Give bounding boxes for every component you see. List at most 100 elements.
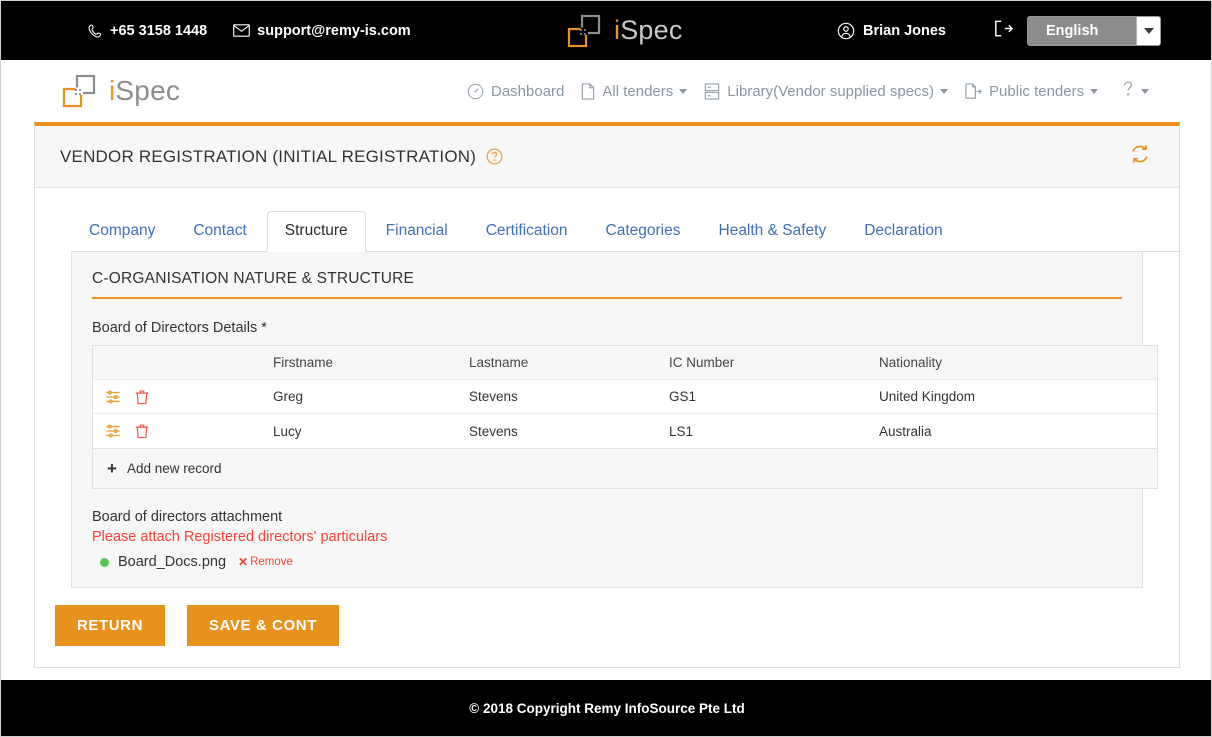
- column-ic-number: IC Number: [669, 355, 735, 370]
- ispec-logo-text: iSpec: [614, 15, 683, 46]
- save-and-continue-button[interactable]: SAVE & CONT: [187, 605, 339, 646]
- header-logo[interactable]: iSpec: [61, 74, 180, 108]
- refresh-icon: [1129, 143, 1151, 170]
- site-header: iSpec Dashboard All tenders Library(Vend…: [1, 60, 1211, 122]
- tab-health-safety[interactable]: Health & Safety: [701, 211, 845, 252]
- contact-info: +65 3158 1448 support@remy-is.com: [87, 23, 411, 39]
- chevron-down-icon[interactable]: [1136, 17, 1160, 45]
- form-actions: RETURN SAVE & CONT: [55, 605, 339, 646]
- table-row[interactable]: Lucy Stevens LS1 Australia: [93, 414, 1157, 448]
- logout-icon: [993, 19, 1013, 42]
- copyright-text: © 2018 Copyright Remy InfoSource Pte Ltd: [469, 700, 745, 716]
- tab-contact[interactable]: Contact: [175, 211, 264, 252]
- remove-file-button[interactable]: ✕ Remove: [238, 555, 293, 569]
- envelope-icon: [233, 24, 251, 37]
- card-header: VENDOR REGISTRATION (INITIAL REGISTRATIO…: [35, 126, 1179, 188]
- cell-nationality: Australia: [879, 423, 932, 439]
- topbar-logo[interactable]: iSpec: [566, 14, 683, 48]
- column-lastname: Lastname: [469, 355, 529, 370]
- phone-icon: [87, 23, 103, 39]
- ispec-logo-text: iSpec: [109, 75, 180, 107]
- tab-declaration[interactable]: Declaration: [846, 211, 960, 252]
- nav-item-library[interactable]: Library(Vendor supplied specs): [704, 82, 949, 100]
- table-row[interactable]: Greg Stevens GS1 United Kingdom: [93, 380, 1157, 414]
- logout-button[interactable]: [993, 19, 1013, 42]
- remove-label: Remove: [250, 556, 293, 568]
- attached-file-item: Board_Docs.png ✕ Remove: [92, 554, 1122, 570]
- close-x-icon: ✕: [238, 555, 249, 569]
- footer: © 2018 Copyright Remy InfoSource Pte Ltd: [1, 680, 1211, 736]
- section-title: C-ORGANISATION NATURE & STRUCTURE: [92, 270, 1122, 299]
- nav-item-help[interactable]: [1121, 80, 1150, 102]
- language-select[interactable]: English: [1027, 16, 1161, 46]
- tab-financial[interactable]: Financial: [368, 211, 466, 252]
- phone-number: +65 3158 1448: [110, 22, 208, 39]
- tab-structure[interactable]: Structure: [266, 211, 366, 252]
- tab-certification[interactable]: Certification: [468, 211, 586, 252]
- row-actions: [93, 423, 273, 439]
- attachment-section: Board of directors attachment Please att…: [92, 509, 1122, 570]
- chevron-down-icon[interactable]: [679, 88, 688, 94]
- tab-company[interactable]: Company: [71, 211, 173, 252]
- return-button[interactable]: RETURN: [55, 605, 165, 646]
- logo-spec: Spec: [115, 75, 181, 106]
- nav-item-dashboard[interactable]: Dashboard: [467, 83, 564, 100]
- add-new-record-button[interactable]: + Add new record: [93, 448, 1157, 488]
- library-icon: [704, 82, 720, 100]
- page-title: VENDOR REGISTRATION (INITIAL REGISTRATIO…: [60, 146, 477, 166]
- chevron-down-icon[interactable]: [1141, 88, 1150, 94]
- chevron-down-icon[interactable]: [1090, 88, 1099, 94]
- add-new-record-label: Add new record: [126, 461, 222, 476]
- chevron-down-icon[interactable]: [940, 88, 949, 94]
- cell-ic-number: LS1: [669, 423, 694, 439]
- structure-panel: C-ORGANISATION NATURE & STRUCTURE Board …: [71, 252, 1158, 588]
- question-mark-icon: [1121, 80, 1135, 102]
- file-name[interactable]: Board_Docs.png: [118, 554, 226, 570]
- sliders-icon[interactable]: [105, 389, 121, 405]
- column-nationality: Nationality: [879, 355, 943, 370]
- user-account[interactable]: Brian Jones: [837, 22, 946, 40]
- cell-firstname: Lucy: [273, 423, 302, 439]
- nav-label: Public tenders: [989, 82, 1085, 100]
- status-dot-icon: [100, 557, 109, 567]
- nav-label: Library(Vendor supplied specs): [727, 82, 935, 100]
- phone-contact[interactable]: +65 3158 1448: [87, 23, 207, 39]
- cell-firstname: Greg: [273, 389, 304, 404]
- top-utility-bar: +65 3158 1448 support@remy-is.com iSpec …: [1, 1, 1211, 60]
- table-body: Greg Stevens GS1 United Kingdom Lucy Ste…: [93, 380, 1157, 448]
- nav-label: Dashboard: [491, 82, 565, 100]
- attachment-warning: Please attach Registered directors' part…: [92, 529, 388, 545]
- cell-lastname: Stevens: [469, 423, 518, 439]
- app-window: +65 3158 1448 support@remy-is.com iSpec …: [0, 0, 1212, 737]
- cell-ic-number: GS1: [669, 389, 697, 404]
- table-header-row: Firstname Lastname IC Number Nationality: [93, 346, 1157, 380]
- nav-item-public-tenders[interactable]: Public tenders: [965, 82, 1099, 100]
- ispec-logo-mark: [61, 74, 105, 108]
- cell-nationality: United Kingdom: [879, 389, 976, 404]
- board-directors-table: Firstname Lastname IC Number Nationality: [92, 345, 1158, 489]
- nav-label: All tenders: [602, 82, 674, 100]
- trash-icon[interactable]: [135, 423, 149, 439]
- attachment-label: Board of directors attachment: [92, 509, 283, 525]
- column-firstname: Firstname: [273, 355, 334, 370]
- tab-categories[interactable]: Categories: [588, 211, 699, 252]
- row-actions: [93, 389, 273, 405]
- trash-icon[interactable]: [135, 389, 149, 405]
- question-circle-icon[interactable]: [486, 148, 503, 165]
- plus-icon: +: [107, 459, 117, 478]
- document-icon: [581, 82, 595, 100]
- logo-spec: Spec: [620, 15, 683, 45]
- cell-lastname: Stevens: [469, 389, 518, 404]
- sliders-icon[interactable]: [105, 423, 121, 439]
- form-tabs: Company Contact Structure Financial Cert…: [71, 210, 1181, 252]
- ispec-logo-mark: [566, 14, 610, 48]
- email-address: support@remy-is.com: [257, 22, 411, 39]
- email-contact[interactable]: support@remy-is.com: [233, 23, 411, 39]
- refresh-button[interactable]: [1129, 143, 1151, 170]
- nav-item-all-tenders[interactable]: All tenders: [581, 82, 688, 100]
- main-navigation: Dashboard All tenders Library(Vendor sup…: [467, 80, 1150, 102]
- document-export-icon: [965, 82, 982, 100]
- user-circle-icon: [837, 22, 855, 40]
- user-name: Brian Jones: [863, 22, 946, 39]
- gauge-icon: [467, 83, 484, 100]
